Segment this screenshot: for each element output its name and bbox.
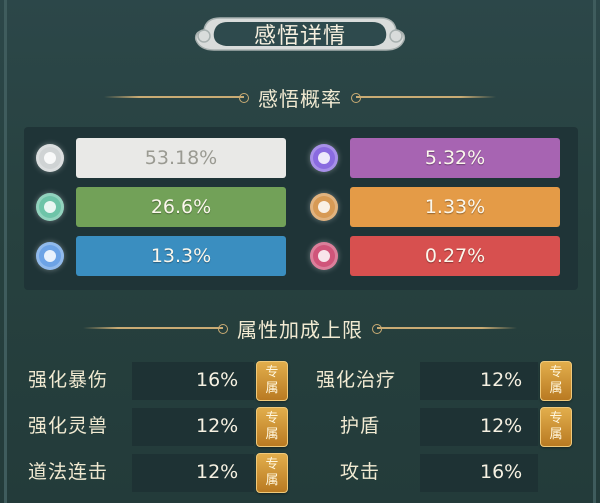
attribute-name: 强化灵兽 <box>28 415 109 437</box>
red-orb-icon <box>310 242 338 270</box>
attribute-row: 强化灵兽 12% 专属 护盾 12% 专属 <box>0 406 600 447</box>
probability-panel: 53.18% 5.32% 26.6% 1.33% 13.3% 0.27% <box>24 127 578 290</box>
title-banner: 感悟详情 <box>190 10 410 58</box>
attribute-name: 强化暴伤 <box>28 369 109 391</box>
ornament-divider-right <box>372 324 517 334</box>
page-title: 感悟详情 <box>253 24 346 49</box>
attribute-value: 12% <box>480 369 523 391</box>
attribute-name: 护盾 <box>340 415 381 437</box>
probability-bar-green: 26.6% <box>76 187 286 227</box>
probability-bar-blue: 13.3% <box>76 236 286 276</box>
blue-orb-icon <box>36 242 64 270</box>
attribute-value: 12% <box>196 461 239 483</box>
probability-bar-orange: 1.33% <box>350 187 560 227</box>
exclusive-tag: 专属 <box>540 407 572 447</box>
white-orb-icon <box>36 144 64 172</box>
attribute-section-header: 属性加成上限 <box>0 313 600 343</box>
attribute-value: 12% <box>480 415 523 437</box>
attribute-value: 16% <box>480 461 523 483</box>
probability-section-header: 感悟概率 <box>0 82 600 112</box>
probability-bar-purple: 5.32% <box>350 138 560 178</box>
exclusive-tag-label: 专属 <box>265 411 279 442</box>
attribute-value: 16% <box>196 369 239 391</box>
exclusive-tag-label: 专属 <box>265 365 279 396</box>
attribute-name: 强化治疗 <box>316 369 397 391</box>
attribute-row: 强化暴伤 16% 专属 强化治疗 12% 专属 <box>0 360 600 401</box>
exclusive-tag: 专属 <box>256 361 288 401</box>
ornament-divider-left <box>104 93 249 103</box>
probability-heading: 感悟概率 <box>258 86 342 111</box>
attribute-name: 攻击 <box>340 461 381 483</box>
exclusive-tag: 专属 <box>256 407 288 447</box>
orange-orb-icon <box>310 193 338 221</box>
exclusive-tag: 专属 <box>540 361 572 401</box>
green-orb-icon <box>36 193 64 221</box>
ornament-divider-right <box>351 93 496 103</box>
attribute-value: 12% <box>196 415 239 437</box>
ornament-divider-left <box>83 324 228 334</box>
exclusive-tag-label: 专属 <box>549 411 563 442</box>
exclusive-tag: 专属 <box>256 453 288 493</box>
attribute-name: 道法连击 <box>28 461 109 483</box>
attribute-row: 道法连击 12% 专属 攻击 16% <box>0 452 600 493</box>
exclusive-tag-label: 专属 <box>549 365 563 396</box>
purple-orb-icon <box>310 144 338 172</box>
exclusive-tag-label: 专属 <box>265 457 279 488</box>
attribute-heading: 属性加成上限 <box>237 317 363 342</box>
probability-bar-white: 53.18% <box>76 138 286 178</box>
probability-bar-red: 0.27% <box>350 236 560 276</box>
